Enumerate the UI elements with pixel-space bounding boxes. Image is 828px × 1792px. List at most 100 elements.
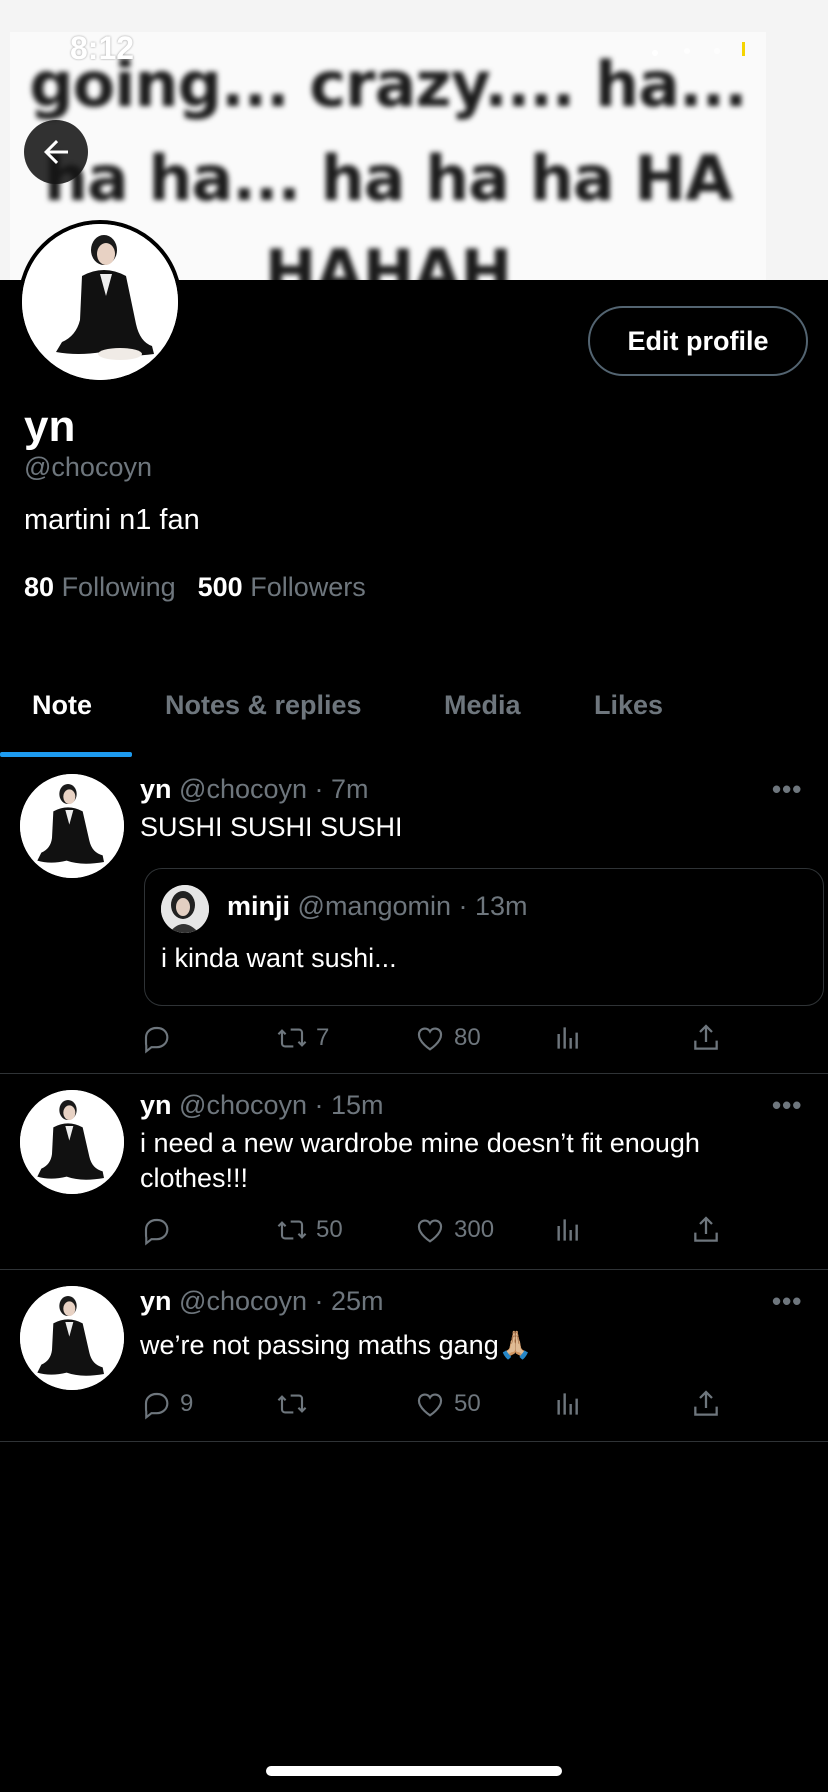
share-icon xyxy=(694,1390,718,1416)
banner-line: ha ha... ha ha ha HA xyxy=(43,142,733,215)
profile-name: yn xyxy=(24,402,76,451)
tweet-header: yn @chocoyn · 15m xyxy=(140,1090,384,1120)
more-icon[interactable]: ••• xyxy=(772,1090,802,1121)
views-button[interactable] xyxy=(552,1022,584,1054)
back-button[interactable] xyxy=(24,120,88,184)
tweet-author-name[interactable]: yn xyxy=(140,1090,172,1120)
quoted-tweet[interactable]: minji @mangomin · 13m i kinda want sushi… xyxy=(144,868,824,1006)
tab-note[interactable]: Note xyxy=(32,690,92,721)
followers-link[interactable]: 500 Followers xyxy=(198,572,366,602)
profile-bio: martini n1 fan xyxy=(24,504,200,536)
avatar-image xyxy=(20,1090,124,1194)
more-icon[interactable]: ••• xyxy=(772,1286,802,1317)
tweet-text: we’re not passing maths gang🙏🏼 xyxy=(140,1330,533,1360)
tweet-author-name[interactable]: yn xyxy=(140,774,172,804)
tweet-actions: 50 300 xyxy=(140,1214,740,1254)
followers-label: Followers xyxy=(250,572,366,602)
tweet[interactable]: yn @chocoyn · 7m ••• SUSHI SUSHI SUSHI m… xyxy=(0,758,828,1074)
retweet-icon xyxy=(277,1028,307,1048)
like-button[interactable]: 80 xyxy=(414,1022,481,1054)
share-icon xyxy=(694,1024,718,1050)
avatar-image xyxy=(20,774,124,878)
tweet-time: 15m xyxy=(331,1090,384,1120)
tab-notes-replies[interactable]: Notes & replies xyxy=(165,690,362,721)
reply-count: 9 xyxy=(180,1390,194,1417)
signal-dot-icon xyxy=(684,48,690,54)
tweet-author-handle: @chocoyn xyxy=(179,774,308,804)
signal-dot-icon xyxy=(652,50,658,56)
tweet-author-handle: @chocoyn xyxy=(179,1286,308,1316)
views-icon xyxy=(557,1393,578,1415)
quote-text: i kinda want sushi... xyxy=(161,943,397,973)
like-count: 300 xyxy=(454,1216,495,1243)
tweet-actions: 9 50 xyxy=(140,1388,740,1428)
like-count: 80 xyxy=(454,1024,481,1051)
tab-media[interactable]: Media xyxy=(444,690,521,721)
arrow-left-icon xyxy=(44,140,68,164)
follow-stats: 80 Following 500 Followers xyxy=(24,572,366,603)
more-icon[interactable]: ••• xyxy=(772,774,802,805)
home-indicator[interactable] xyxy=(266,1766,562,1776)
tweet-time: 25m xyxy=(331,1286,384,1316)
tweet-header: yn @chocoyn · 25m xyxy=(140,1286,384,1316)
reply-button[interactable] xyxy=(140,1214,180,1246)
tweet-avatar[interactable] xyxy=(20,774,124,878)
heart-icon xyxy=(417,1027,443,1051)
edit-profile-button[interactable]: Edit profile xyxy=(588,306,808,376)
like-button[interactable]: 50 xyxy=(414,1388,481,1420)
tweet-actions: 7 80 xyxy=(140,1022,740,1062)
heart-icon xyxy=(417,1219,443,1243)
status-time: 8:12 xyxy=(70,30,135,66)
retweet-count: 7 xyxy=(316,1024,330,1051)
retweet-button[interactable] xyxy=(276,1388,316,1420)
active-tab-indicator xyxy=(0,752,132,757)
tweet-avatar[interactable] xyxy=(20,1286,124,1390)
profile-handle: @chocoyn xyxy=(24,452,152,482)
retweet-button[interactable]: 50 xyxy=(276,1214,343,1246)
retweet-icon xyxy=(277,1394,307,1414)
tab-likes[interactable]: Likes xyxy=(594,690,663,721)
profile-avatar[interactable] xyxy=(18,220,182,384)
profile-tabs: Note Notes & replies Media Likes xyxy=(0,672,828,756)
following-label: Following xyxy=(61,572,176,602)
like-button[interactable]: 300 xyxy=(414,1214,494,1246)
quote-time: 13m xyxy=(475,891,528,921)
reply-icon xyxy=(144,1218,169,1246)
tweet-author-name[interactable]: yn xyxy=(140,1286,172,1316)
quote-avatar xyxy=(161,885,209,933)
tweet[interactable]: yn @chocoyn · 15m ••• i need a new wardr… xyxy=(0,1074,828,1270)
retweet-button[interactable]: 7 xyxy=(276,1022,329,1054)
tweet-text: i need a new wardrobe mine doesn’t fit e… xyxy=(140,1128,700,1193)
following-link[interactable]: 80 Following xyxy=(24,572,176,602)
tweet-text: SUSHI SUSHI SUSHI xyxy=(140,812,403,842)
tweet[interactable]: yn @chocoyn · 25m ••• we’re not passing … xyxy=(0,1270,828,1442)
heart-icon xyxy=(417,1393,443,1417)
reply-button[interactable] xyxy=(140,1022,180,1054)
like-count: 50 xyxy=(454,1390,481,1417)
reply-button[interactable]: 9 xyxy=(140,1388,193,1420)
reply-icon xyxy=(144,1026,169,1054)
quote-author-handle: @mangomin xyxy=(297,891,452,921)
views-icon xyxy=(557,1027,578,1049)
share-button[interactable] xyxy=(690,1388,722,1420)
retweet-count: 50 xyxy=(316,1216,343,1243)
avatar-image xyxy=(22,224,178,380)
share-button[interactable] xyxy=(690,1022,722,1054)
tweet-header: yn @chocoyn · 7m xyxy=(140,774,369,804)
tweet-author-handle: @chocoyn xyxy=(179,1090,308,1120)
retweet-icon xyxy=(277,1220,307,1240)
share-button[interactable] xyxy=(690,1214,722,1246)
quote-author-name: minji xyxy=(227,891,291,921)
views-button[interactable] xyxy=(552,1388,584,1420)
reply-icon xyxy=(144,1392,169,1420)
signal-dot-icon xyxy=(714,48,720,54)
following-count: 80 xyxy=(24,572,55,602)
battery-icon xyxy=(742,42,745,56)
followers-count: 500 xyxy=(197,572,243,602)
share-icon xyxy=(694,1216,718,1242)
views-icon xyxy=(557,1219,578,1241)
views-button[interactable] xyxy=(552,1214,584,1246)
tweet-avatar[interactable] xyxy=(20,1090,124,1194)
tweet-time: 7m xyxy=(331,774,369,804)
avatar-image xyxy=(161,885,209,933)
